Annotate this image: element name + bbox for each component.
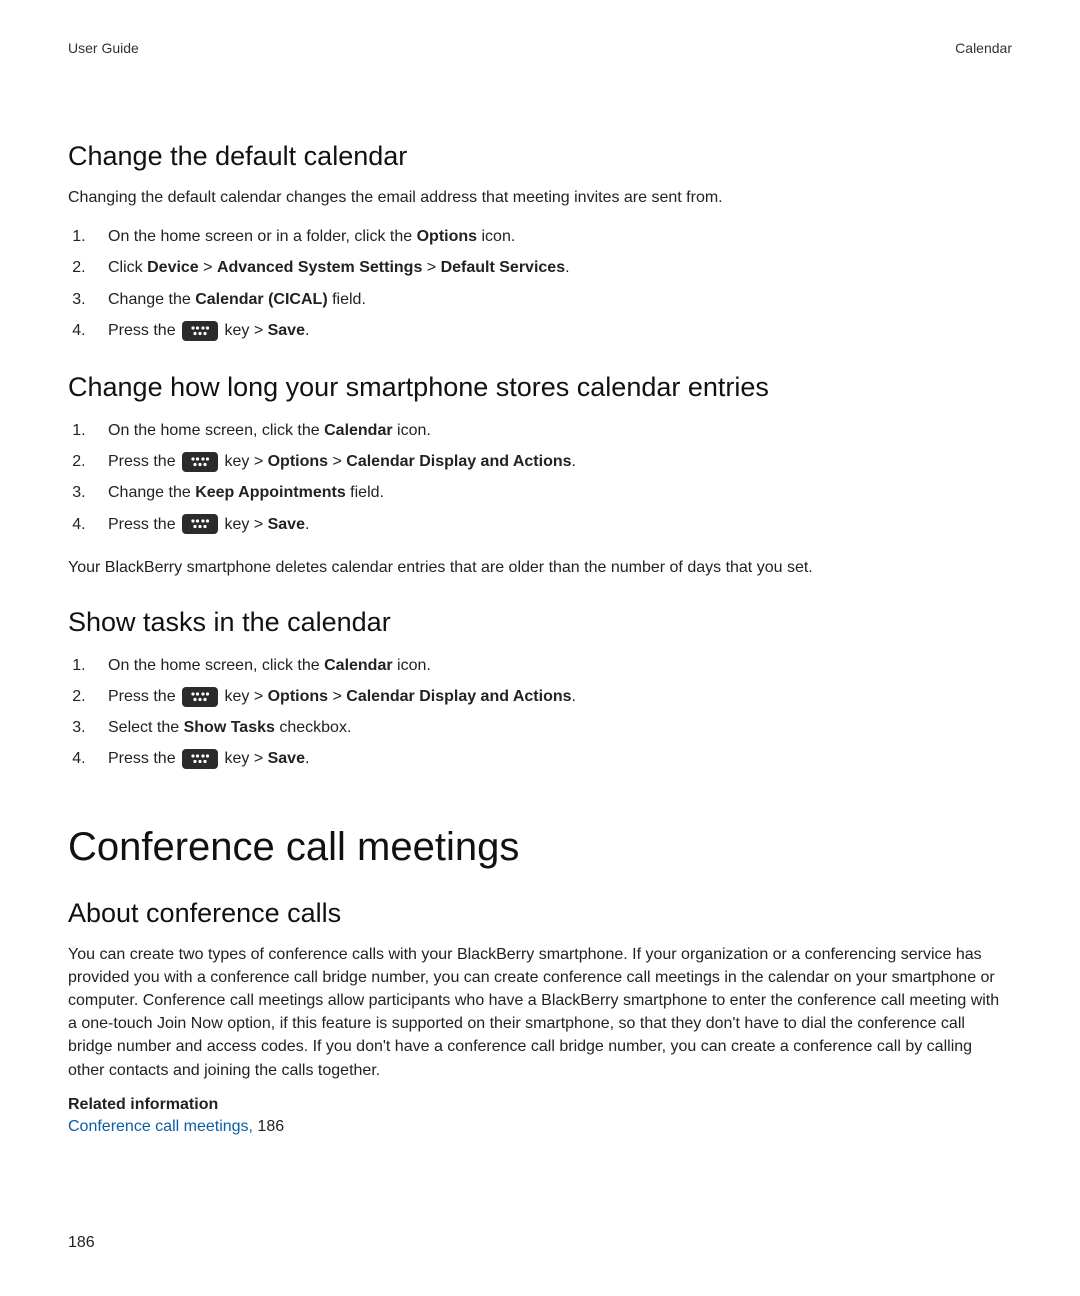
list-item: On the home screen, click the Calendar i…	[90, 652, 1012, 679]
step-text: On the home screen, click the	[108, 422, 324, 439]
step-text: checkbox.	[275, 719, 351, 736]
list-item: Press the key > Options > Calendar Displ…	[90, 683, 1012, 710]
link-page-number: 186	[253, 1118, 284, 1135]
heading-show-tasks: Show tasks in the calendar	[68, 607, 1012, 638]
step-bold: Keep Appointments	[195, 484, 346, 501]
step-text: Click	[108, 259, 147, 276]
related-link-row: Conference call meetings, 186	[68, 1118, 1012, 1136]
list-item: Change the Keep Appointments field.	[90, 479, 1012, 506]
blackberry-key-icon	[182, 687, 218, 707]
step-text: .	[572, 688, 576, 705]
steps-show-tasks: On the home screen, click the Calendar i…	[68, 652, 1012, 773]
step-text: Press the	[108, 322, 180, 339]
blackberry-key-icon	[182, 514, 218, 534]
step-text: Change the	[108, 484, 195, 501]
list-item: On the home screen or in a folder, click…	[90, 223, 1012, 250]
step-bold: Options	[268, 688, 328, 705]
step-text: field.	[328, 291, 366, 308]
blackberry-key-icon	[182, 321, 218, 341]
step-text: .	[305, 322, 309, 339]
list-item: Press the key > Save.	[90, 317, 1012, 344]
step-text: key >	[220, 750, 268, 767]
blackberry-key-icon	[182, 452, 218, 472]
page-number: 186	[68, 1234, 95, 1252]
step-text: Press the	[108, 688, 180, 705]
steps-change-store-duration: On the home screen, click the Calendar i…	[68, 417, 1012, 538]
page: User Guide Calendar Change the default c…	[0, 0, 1080, 1296]
step-bold: Save	[268, 516, 305, 533]
heading-change-store-duration: Change how long your smartphone stores c…	[68, 372, 1012, 403]
step-text: icon.	[477, 228, 515, 245]
header-right: Calendar	[955, 40, 1012, 56]
step-bold: Save	[268, 750, 305, 767]
step-text: key >	[220, 516, 268, 533]
step-text: key >	[220, 453, 268, 470]
step-text: >	[199, 259, 217, 276]
step-text: icon.	[393, 422, 431, 439]
step-bold: Calendar Display and Actions	[346, 688, 571, 705]
step-text: .	[305, 750, 309, 767]
page-header: User Guide Calendar	[68, 40, 1012, 56]
link-conference-call-meetings[interactable]: Conference call meetings,	[68, 1118, 253, 1135]
step-text: Change the	[108, 291, 195, 308]
step-text: key >	[220, 322, 268, 339]
header-left: User Guide	[68, 40, 139, 56]
step-bold: Save	[268, 322, 305, 339]
step-text: Select the	[108, 719, 184, 736]
list-item: Press the key > Save.	[90, 745, 1012, 772]
step-bold: Show Tasks	[184, 719, 275, 736]
step-bold: Calendar Display and Actions	[346, 453, 571, 470]
step-text: >	[422, 259, 440, 276]
list-item: Change the Calendar (CICAL) field.	[90, 286, 1012, 313]
step-text: >	[328, 453, 346, 470]
step-text: icon.	[393, 657, 431, 674]
step-bold: Calendar (CICAL)	[195, 291, 327, 308]
heading-conference-call-meetings: Conference call meetings	[68, 825, 1012, 870]
list-item: Press the key > Options > Calendar Displ…	[90, 448, 1012, 475]
step-text: field.	[346, 484, 384, 501]
step-text: Press the	[108, 453, 180, 470]
step-text: Press the	[108, 750, 180, 767]
heading-change-default-calendar: Change the default calendar	[68, 141, 1012, 172]
steps-change-default-calendar: On the home screen or in a folder, click…	[68, 223, 1012, 344]
step-text: On the home screen or in a folder, click…	[108, 228, 417, 245]
blackberry-key-icon	[182, 749, 218, 769]
step-bold: Options	[417, 228, 477, 245]
step-text: On the home screen, click the	[108, 657, 324, 674]
related-information-label: Related information	[68, 1096, 1012, 1114]
about-conference-body: You can create two types of conference c…	[68, 943, 1012, 1082]
step-bold: Options	[268, 453, 328, 470]
step-bold: Calendar	[324, 657, 392, 674]
step-text: key >	[220, 688, 268, 705]
step-text: Press the	[108, 516, 180, 533]
step-bold: Advanced System Settings	[217, 259, 422, 276]
step-text: .	[565, 259, 569, 276]
intro-paragraph: Changing the default calendar changes th…	[68, 186, 1012, 209]
step-text: .	[305, 516, 309, 533]
step-text: >	[328, 688, 346, 705]
note-paragraph: Your BlackBerry smartphone deletes calen…	[68, 556, 1012, 579]
list-item: Click Device > Advanced System Settings …	[90, 254, 1012, 281]
step-bold: Calendar	[324, 422, 392, 439]
heading-about-conference-calls: About conference calls	[68, 898, 1012, 929]
step-bold: Device	[147, 259, 199, 276]
list-item: Press the key > Save.	[90, 511, 1012, 538]
step-text: .	[572, 453, 576, 470]
step-bold: Default Services	[441, 259, 566, 276]
list-item: On the home screen, click the Calendar i…	[90, 417, 1012, 444]
list-item: Select the Show Tasks checkbox.	[90, 714, 1012, 741]
